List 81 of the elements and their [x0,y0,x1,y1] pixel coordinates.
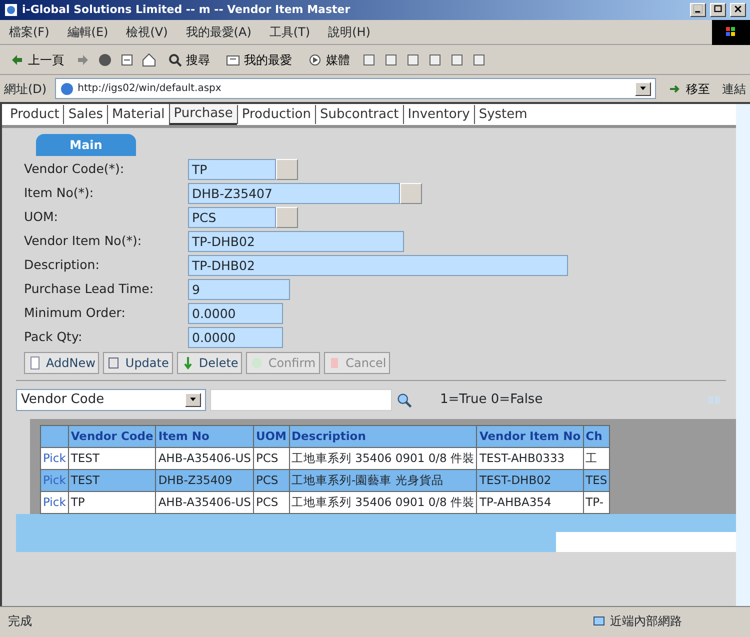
stop-icon [98,52,112,66]
menu-item[interactable]: 檔案(F) [0,23,58,41]
column-header: Description [289,426,477,448]
hint-text: 1=True 0=False [440,391,543,410]
nav-tab[interactable]: Sales [63,104,107,124]
column-header: Ch [583,426,610,448]
table-cell: PCS [253,470,289,492]
field-label: Vendor Code(*): [24,160,126,178]
search-icon [168,52,182,66]
table-cell: TEST-DHB02 [476,470,584,492]
window-icon [4,3,18,17]
address-label: 網址(D) [4,80,47,98]
input-field[interactable]: 0.0000 [188,303,283,324]
lookup-button[interactable] [276,159,298,180]
menu-item[interactable]: 說明(H) [319,23,380,41]
table-cell: TEST [68,470,156,492]
close-icon [733,4,743,14]
address-field[interactable]: http://igs02/win/default.aspx [54,78,656,99]
nav-tab[interactable]: Inventory [402,104,474,124]
column-header: Vendor Item No [476,426,584,448]
network-icon [592,614,606,628]
field-label: Description: [24,256,100,274]
menu-item[interactable]: 工具(T) [260,23,320,41]
field-label: Vendor Item No(*): [24,232,143,250]
table-cell: TES [583,470,610,492]
flag-icon [724,25,738,39]
menu-item[interactable]: 編輯(E) [58,23,118,41]
field-label: UOM: [24,208,59,226]
refresh-icon [120,52,134,66]
column-header: UOM [253,426,289,448]
input-field[interactable]: TP-DHB02 [188,255,568,276]
add-button[interactable]: AddNew [24,352,100,374]
media-button[interactable]: 媒體 [304,50,354,68]
nav-tab[interactable]: Subcontract [315,104,403,124]
lookup-button[interactable] [400,183,422,204]
column-header: Vendor Code [68,426,156,448]
favorites-button[interactable]: 我的最愛 [222,50,296,68]
input-field[interactable]: DHB-Z35407 [188,183,400,204]
table-cell: DHB-Z35409 [156,470,254,492]
maximize-button[interactable] [710,3,726,17]
table-row[interactable]: Pick TEST DHB-Z35409 PCS 工地車系列-園藝車 光身貨品 TEST-DHB02 TES [40,470,610,492]
window-title: i-Global Solutions Limited -- m -- Vendor Item Master [22,2,352,18]
search-icon [396,392,412,408]
field-label: Pack Qty: [24,328,84,346]
back-button[interactable]: 上一頁 [6,50,68,68]
minimize-icon [693,4,703,14]
minimize-button[interactable] [690,3,706,17]
field-label: Item No(*): [24,184,95,202]
update-button[interactable]: Update [103,352,173,374]
status-text: 完成 [8,612,33,630]
play-icon [308,52,322,66]
table-cell: 工地車系列-園藝車 光身貨品 [289,470,477,492]
home-icon [142,52,156,66]
go-button[interactable]: 移至 [664,80,714,98]
input-field[interactable]: TP-DHB02 [188,231,404,252]
search-field[interactable] [210,389,392,411]
field-label: Purchase Lead Time: [24,280,155,298]
input-field[interactable]: TP [188,159,276,180]
scroll-thumb[interactable] [16,532,556,552]
filter-dropdown[interactable]: Vendor Code [16,389,206,411]
nav-tab[interactable]: Product [6,104,64,124]
delete-button[interactable]: Delete [176,352,242,374]
forward-icon [76,52,90,66]
nav-tab[interactable]: System [474,104,532,124]
input-field[interactable]: 9 [188,279,290,300]
arrow-icon [10,52,24,66]
links-label[interactable]: 連結 [722,80,746,98]
menu-item[interactable]: 檢視(V) [117,23,177,41]
input-field[interactable]: PCS [188,207,276,228]
field-label: Minimum Order: [24,304,126,322]
lookup-button[interactable] [276,207,298,228]
vertical-scrollbar[interactable] [736,104,750,606]
zone-label: 近端內部網路 [610,612,682,630]
search-button[interactable]: 搜尋 [164,50,214,68]
nav-tab[interactable]: Production [236,104,315,124]
maximize-icon [713,4,723,14]
close-button[interactable] [730,3,746,17]
menu-item[interactable]: 我的最愛(A) [176,23,260,41]
nav-tab[interactable]: Purchase [168,104,237,126]
column-header: Item No [156,426,254,448]
input-field[interactable]: 0.0000 [188,327,283,348]
